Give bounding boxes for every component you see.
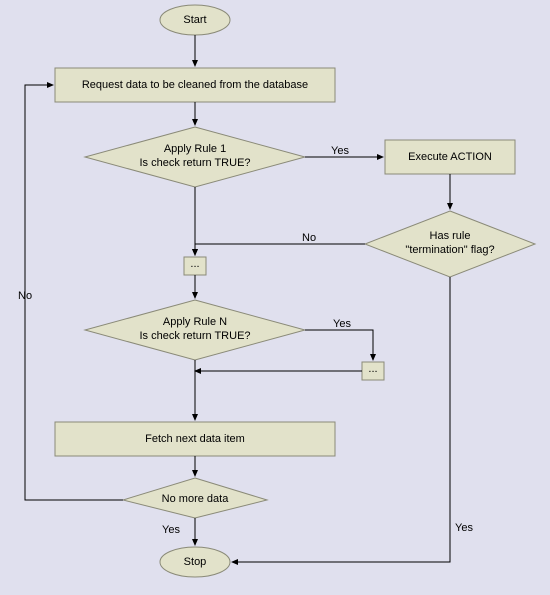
edge-no-termination: No [302,232,316,244]
edge-yes-termination: Yes [455,522,473,534]
stop-node [160,547,230,577]
start-node [160,5,230,35]
nomore-node [123,478,267,518]
rule1-node [85,127,305,187]
edge-yes-ruleN: Yes [333,318,351,330]
edge-no-nomore: No [18,290,32,302]
dots1-node [184,257,206,275]
termination-node [365,211,535,277]
edge-yes-nomore: Yes [162,524,180,536]
request-node [55,68,335,102]
dots2-node [362,362,384,380]
fetch-node [55,422,335,456]
edge-yes-rule1: Yes [331,145,349,157]
action-node [385,140,515,174]
ruleN-node [85,300,305,360]
